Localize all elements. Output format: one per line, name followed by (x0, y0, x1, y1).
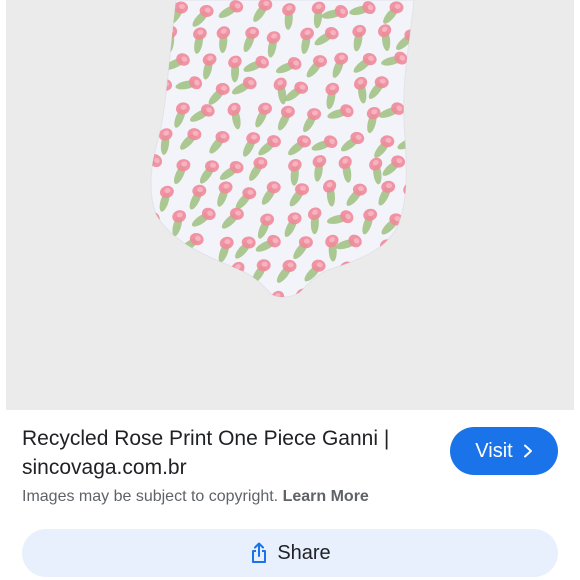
share-label: Share (277, 541, 331, 564)
chevron-right-icon (523, 444, 532, 458)
visit-label: Visit (475, 439, 513, 462)
result-details-panel: Recycled Rose Print One Piece Ganni | si… (0, 410, 580, 580)
rose-motif (236, 290, 261, 298)
rose-motif (152, 260, 166, 287)
rose-motif (178, 291, 205, 298)
rose-motif (354, 288, 369, 298)
rose-motif (402, 284, 414, 298)
copyright-text: Images may be subject to copyright. (22, 488, 279, 505)
rose-motif (190, 265, 216, 283)
rose-motif (324, 286, 339, 298)
product-image[interactable] (6, 0, 574, 410)
share-icon (252, 542, 267, 563)
rose-motif (172, 258, 188, 284)
share-button[interactable]: Share (22, 529, 558, 577)
rose-motif (201, 283, 228, 298)
visit-button[interactable]: Visit (450, 427, 558, 475)
swimsuit-illustration (150, 0, 415, 298)
rose-motif (379, 289, 394, 298)
rose-motif (356, 261, 375, 286)
result-source-domain: sincovaga.com.br (22, 456, 187, 479)
learn-more-link[interactable]: Learn More (283, 488, 369, 505)
rose-motif (155, 286, 173, 298)
rose-motif (408, 235, 414, 262)
rose-motif (150, 2, 163, 29)
rose-motif (150, 52, 167, 77)
rose-motif (388, 262, 402, 290)
result-title-line1: Recycled Rose Print One Piece Ganni | (22, 427, 390, 450)
copyright-notice: Images may be subject to copyright. Lear… (22, 488, 369, 506)
result-title[interactable]: Recycled Rose Print One Piece Ganni | si… (22, 424, 432, 482)
